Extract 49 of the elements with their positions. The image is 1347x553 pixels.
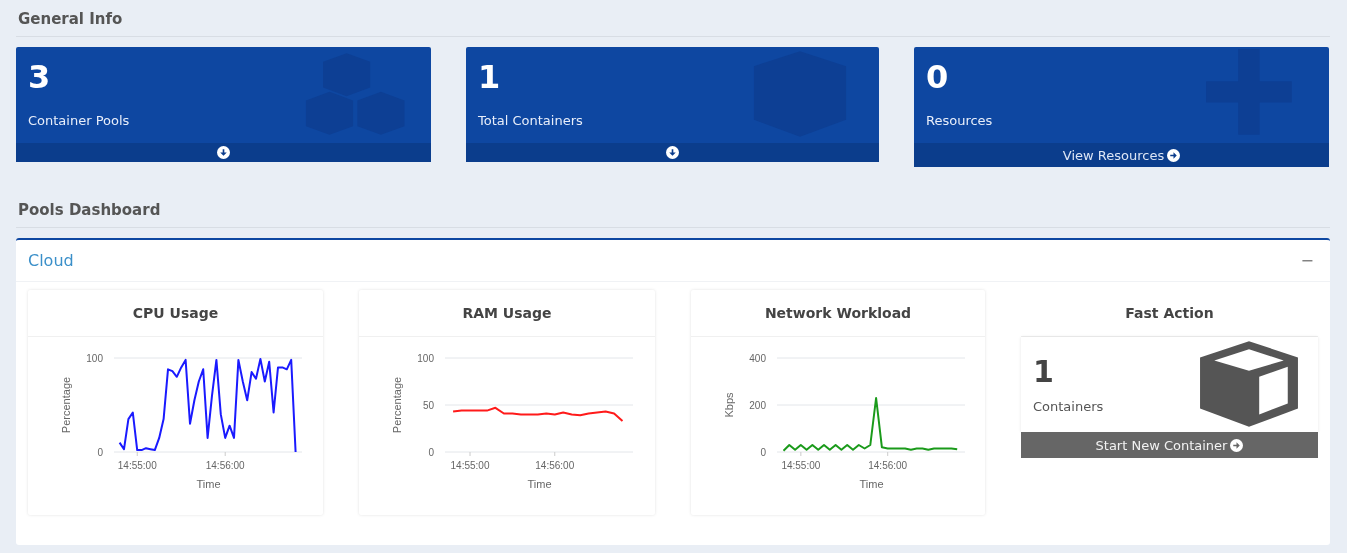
axis-label: Time bbox=[196, 478, 221, 490]
card-title: Fast Action bbox=[1021, 290, 1318, 337]
axis-label: Kbps bbox=[723, 392, 735, 418]
card-footer-link[interactable] bbox=[466, 143, 879, 162]
axis-label: Time bbox=[527, 478, 552, 490]
start-container-button[interactable]: Start New Container bbox=[1021, 432, 1318, 458]
chart-title: RAM Usage bbox=[359, 290, 655, 337]
tick-label: 14:56:00 bbox=[868, 460, 908, 471]
tick-label: 14:55:00 bbox=[117, 460, 157, 471]
tick-mark bbox=[887, 451, 889, 457]
axis-label: Percentage bbox=[60, 376, 72, 434]
tick-mark bbox=[224, 451, 226, 457]
section-heading: General Info bbox=[16, 4, 1330, 37]
tick-label: 100 bbox=[86, 353, 103, 364]
stat-value: 3 bbox=[28, 57, 51, 97]
stat-value: 0 bbox=[926, 57, 949, 97]
arrow-down-icon bbox=[666, 146, 679, 159]
tick-label: 14:56:00 bbox=[535, 460, 575, 471]
tick-label: 0 bbox=[760, 447, 766, 458]
axis-label: Percentage bbox=[391, 376, 403, 434]
tick-label: 0 bbox=[428, 447, 434, 458]
arrow-down-icon bbox=[217, 146, 230, 159]
stat-label: Resources bbox=[926, 113, 993, 128]
container-count: 1 bbox=[1033, 353, 1055, 389]
arrow-right-icon bbox=[1230, 438, 1244, 452]
stat-label: Total Containers bbox=[478, 113, 583, 128]
tick-label: 100 bbox=[417, 353, 434, 364]
axis-label: Time bbox=[859, 478, 884, 490]
collapse-button[interactable]: − bbox=[1296, 251, 1318, 270]
tick-label: 14:56:00 bbox=[205, 460, 245, 471]
card-footer-link[interactable] bbox=[16, 143, 431, 162]
chart-title: CPU Usage bbox=[28, 290, 323, 337]
panel-title: Cloud bbox=[28, 251, 74, 270]
tick-mark bbox=[554, 451, 556, 457]
tick-label: 200 bbox=[749, 400, 766, 411]
card-footer-link[interactable]: View Resources bbox=[914, 143, 1329, 167]
tick-mark bbox=[136, 451, 138, 457]
tick-label: 50 bbox=[422, 400, 434, 411]
chart-title: Network Workload bbox=[691, 290, 985, 337]
tick-mark bbox=[800, 451, 802, 457]
count-label: Containers bbox=[1033, 398, 1104, 414]
tick-label: 0 bbox=[97, 447, 103, 458]
tick-label: 14:55:00 bbox=[781, 460, 821, 471]
arrow-right-icon bbox=[1167, 148, 1181, 162]
tick-label: 14:55:00 bbox=[450, 460, 490, 471]
tick-label: 400 bbox=[749, 353, 766, 364]
stat-label: Container Pools bbox=[28, 113, 130, 128]
stat-value: 1 bbox=[478, 57, 501, 97]
section-heading: Pools Dashboard bbox=[16, 195, 1330, 228]
